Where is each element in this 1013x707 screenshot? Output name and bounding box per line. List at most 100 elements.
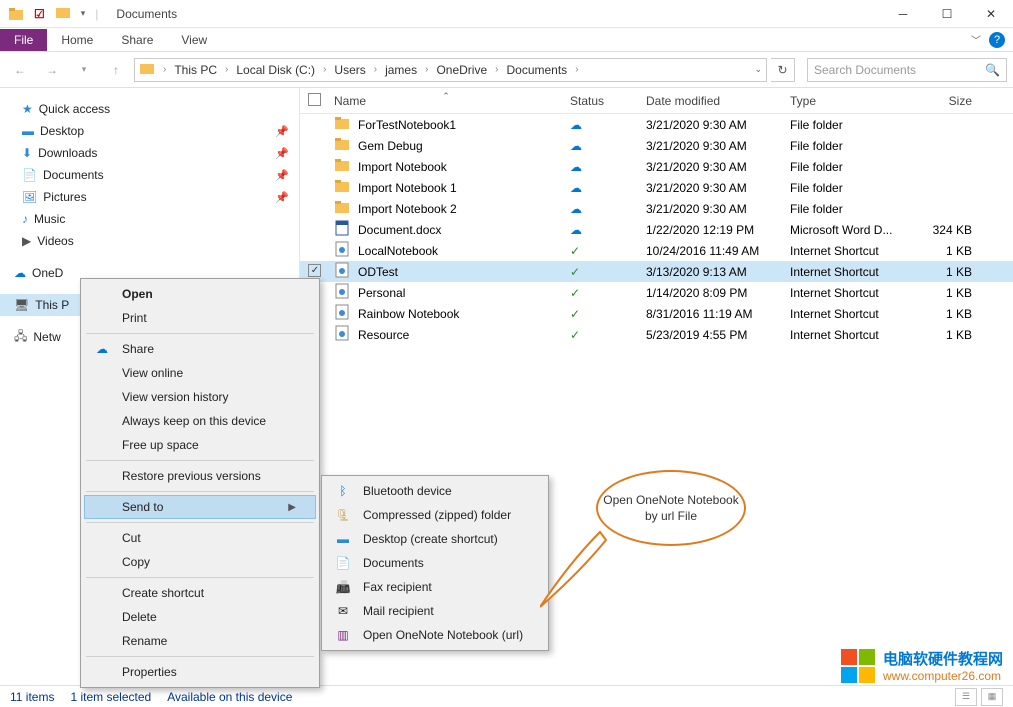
file-name: Resource	[358, 328, 409, 342]
qat-properties-icon[interactable]: ☑	[34, 7, 45, 21]
table-row[interactable]: Personal✓1/14/2020 8:09 PMInternet Short…	[300, 282, 1013, 303]
videos-icon: ▶	[22, 234, 31, 248]
separator	[86, 522, 314, 523]
ribbon-tab-share[interactable]: Share	[107, 29, 167, 51]
ctx-label: Properties	[122, 665, 296, 679]
crumb-onedrive[interactable]: OneDrive	[436, 63, 487, 77]
sidebar-videos[interactable]: ▶Videos	[0, 230, 299, 252]
qat-dropdown-icon[interactable]: ▾	[81, 8, 86, 19]
music-icon: ♪	[22, 212, 28, 226]
sidebar-item-label: Desktop	[40, 124, 84, 138]
column-type[interactable]: Type	[784, 94, 908, 108]
crumb-james[interactable]: james	[385, 63, 417, 77]
sendto-bluetooth[interactable]: ᛒBluetooth device	[325, 479, 545, 503]
file-name: Rainbow Notebook	[358, 307, 459, 321]
file-name: ODTest	[358, 265, 398, 279]
ctx-send-to[interactable]: Send to▶	[84, 495, 316, 519]
bluetooth-icon: ᛒ	[333, 484, 353, 498]
cloud-status-icon: ☁	[570, 160, 582, 174]
pin-icon: 📌	[275, 125, 289, 138]
address-dropdown-icon[interactable]: ⌄	[754, 64, 762, 75]
details-view-button[interactable]: ☰	[955, 688, 977, 706]
column-status[interactable]: Status	[564, 94, 640, 108]
sidebar-downloads[interactable]: ⬇Downloads📌	[0, 142, 299, 164]
callout-text: Open OneNote Notebook by url File	[598, 492, 744, 524]
table-row[interactable]: Document.docx☁1/22/2020 12:19 PMMicrosof…	[300, 219, 1013, 240]
table-row[interactable]: Rainbow Notebook✓8/31/2016 11:19 AMInter…	[300, 303, 1013, 324]
help-button[interactable]: ?	[989, 32, 1005, 48]
ctx-properties[interactable]: Properties	[84, 660, 316, 684]
nav-up-button[interactable]: ↑	[102, 58, 130, 82]
row-checkbox[interactable]	[308, 264, 321, 277]
column-name[interactable]: Name⌃	[328, 94, 564, 108]
table-row[interactable]: Import Notebook 1☁3/21/2020 9:30 AMFile …	[300, 177, 1013, 198]
table-row[interactable]: Import Notebook☁3/21/2020 9:30 AMFile fo…	[300, 156, 1013, 177]
synced-status-icon: ✓	[570, 265, 580, 279]
search-box[interactable]: Search Documents 🔍	[807, 58, 1007, 82]
ribbon-tab-home[interactable]: Home	[47, 29, 107, 51]
ctx-print[interactable]: Print	[84, 306, 316, 330]
sidebar-pictures[interactable]: 🖼Pictures📌	[0, 186, 299, 208]
sendto-onenote[interactable]: ▥Open OneNote Notebook (url)	[325, 623, 545, 647]
nav-back-button[interactable]: ←	[6, 58, 34, 82]
ctx-rename[interactable]: Rename	[84, 629, 316, 653]
table-row[interactable]: Gem Debug☁3/21/2020 9:30 AMFile folder	[300, 135, 1013, 156]
ctx-restore-versions[interactable]: Restore previous versions	[84, 464, 316, 488]
thumbnails-view-button[interactable]: ▦	[981, 688, 1003, 706]
ribbon-collapse-icon[interactable]: ﹀	[971, 32, 981, 47]
crumb-users[interactable]: Users	[334, 63, 365, 77]
close-button[interactable]: ✕	[969, 0, 1013, 28]
sendto-zip[interactable]: 🗜Compressed (zipped) folder	[325, 503, 545, 527]
table-row[interactable]: ForTestNotebook1☁3/21/2020 9:30 AMFile f…	[300, 114, 1013, 135]
ctx-always-keep[interactable]: Always keep on this device	[84, 409, 316, 433]
ctx-label: Delete	[122, 610, 296, 624]
ctx-free-space[interactable]: Free up space	[84, 433, 316, 457]
table-row[interactable]: Resource✓5/23/2019 4:55 PMInternet Short…	[300, 324, 1013, 345]
search-placeholder: Search Documents	[814, 63, 985, 77]
sendto-mail[interactable]: ✉Mail recipient	[325, 599, 545, 623]
breadcrumb[interactable]: › This PC› Local Disk (C:)› Users› james…	[134, 58, 767, 82]
refresh-button[interactable]: ↻	[771, 58, 795, 82]
sendto-desktop[interactable]: ▬Desktop (create shortcut)	[325, 527, 545, 551]
ctx-cut[interactable]: Cut	[84, 526, 316, 550]
crumb-this-pc[interactable]: This PC	[174, 63, 217, 77]
maximize-button[interactable]: ☐	[925, 0, 969, 28]
ctx-create-shortcut[interactable]: Create shortcut	[84, 581, 316, 605]
select-all-checkbox[interactable]	[308, 93, 321, 106]
sort-ascending-icon: ⌃	[442, 91, 450, 102]
file-icon	[334, 136, 350, 155]
nav-recent-dropdown[interactable]: ▾	[70, 58, 98, 82]
file-type: File folder	[784, 139, 908, 153]
sidebar-quick-access[interactable]: ★Quick access	[0, 98, 299, 120]
column-size[interactable]: Size	[908, 94, 978, 108]
table-row[interactable]: Import Notebook 2☁3/21/2020 9:30 AMFile …	[300, 198, 1013, 219]
ctx-view-online[interactable]: View online	[84, 361, 316, 385]
minimize-button[interactable]: ─	[881, 0, 925, 28]
file-icon	[334, 199, 350, 218]
table-row[interactable]: LocalNotebook✓10/24/2016 11:49 AMInterne…	[300, 240, 1013, 261]
sidebar-desktop[interactable]: ▬Desktop📌	[0, 120, 299, 142]
sendto-fax[interactable]: 📠Fax recipient	[325, 575, 545, 599]
ctx-version-history[interactable]: View version history	[84, 385, 316, 409]
ctx-label: Create shortcut	[122, 586, 296, 600]
table-row[interactable]: ODTest✓3/13/2020 9:13 AMInternet Shortcu…	[300, 261, 1013, 282]
ctx-label: Print	[122, 311, 296, 325]
file-type: Internet Shortcut	[784, 328, 908, 342]
qat-newfolder-icon[interactable]	[55, 4, 71, 23]
sendto-documents[interactable]: 📄Documents	[325, 551, 545, 575]
ribbon-tab-view[interactable]: View	[167, 29, 221, 51]
crumb-documents[interactable]: Documents	[506, 63, 567, 77]
nav-forward-button[interactable]: →	[38, 58, 66, 82]
ctx-delete[interactable]: Delete	[84, 605, 316, 629]
ctx-share[interactable]: ☁Share	[84, 337, 316, 361]
status-item-count: 11 items	[10, 690, 54, 704]
file-type: Internet Shortcut	[784, 265, 908, 279]
ctx-open[interactable]: Open	[84, 282, 316, 306]
column-date[interactable]: Date modified	[640, 94, 784, 108]
ctx-copy[interactable]: Copy	[84, 550, 316, 574]
ribbon-tab-file[interactable]: File	[0, 29, 47, 51]
sidebar-music[interactable]: ♪Music	[0, 208, 299, 230]
sidebar-documents[interactable]: 📄Documents📌	[0, 164, 299, 186]
downloads-icon: ⬇	[22, 146, 32, 160]
crumb-local-disk[interactable]: Local Disk (C:)	[236, 63, 315, 77]
